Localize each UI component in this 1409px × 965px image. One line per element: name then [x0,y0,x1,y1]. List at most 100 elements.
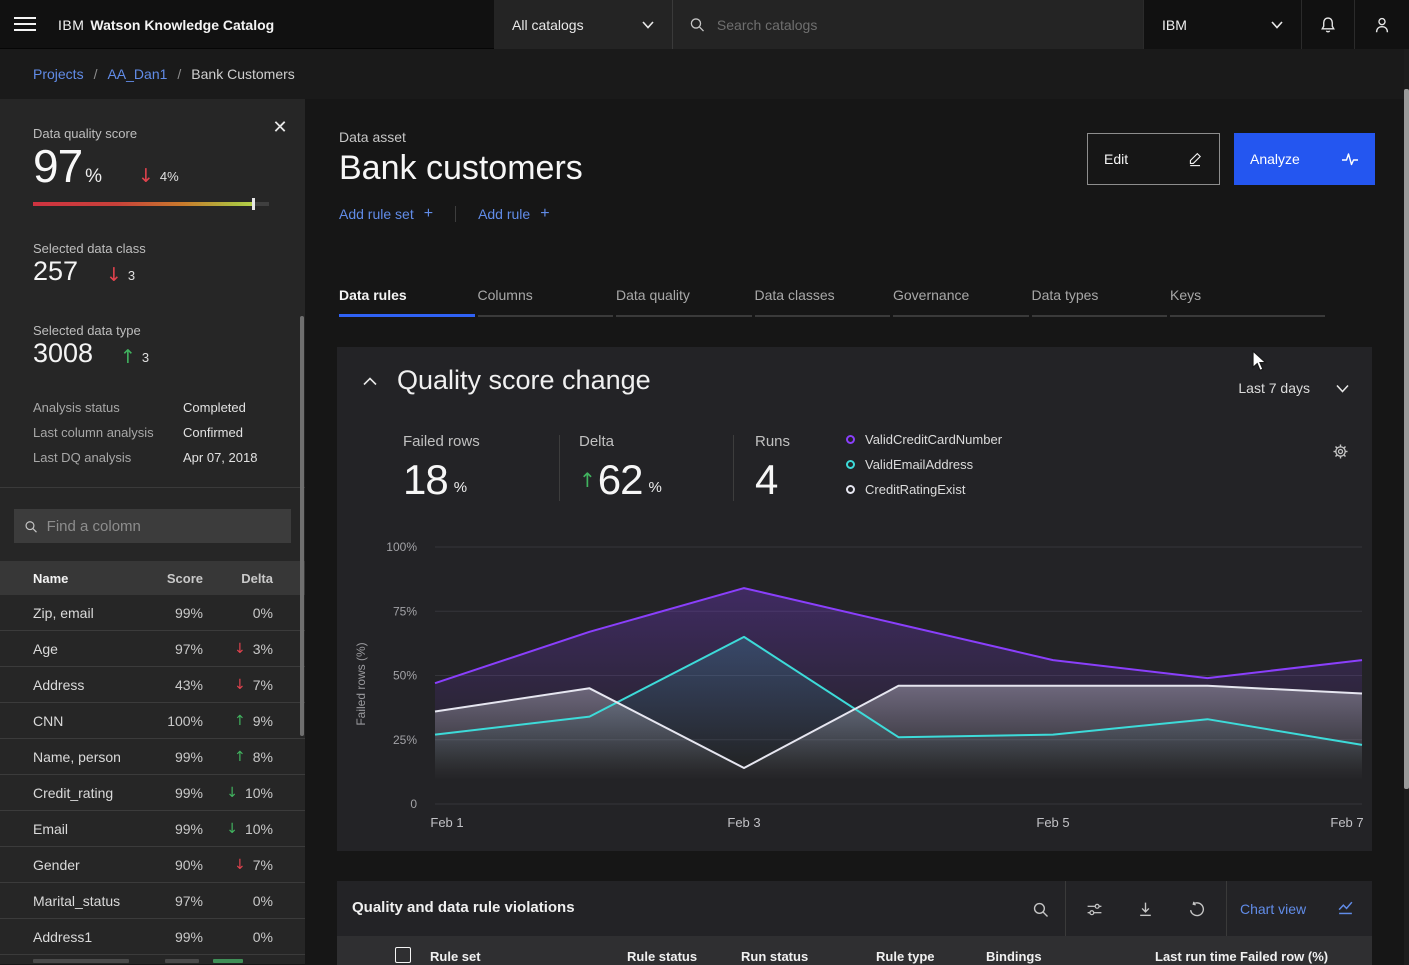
stat-divider [559,435,560,501]
table-row[interactable]: Address199%0% [0,919,305,955]
legend-item-validemailaddress[interactable]: ValidEmailAddress [846,452,1002,477]
tab-columns[interactable]: Columns [478,280,614,317]
stat-delta: Delta ↑62% [579,433,662,504]
tab-governance[interactable]: Governance [893,280,1029,317]
delta-value: 7% [253,677,273,693]
tab-data-types[interactable]: Data types [1032,280,1168,317]
close-icon[interactable]: ✕ [269,116,291,138]
scrollbar-thumb[interactable] [1404,89,1409,789]
add-rule-link[interactable]: Add rule [478,206,530,222]
chart-view-link[interactable]: Chart view [1240,901,1306,917]
tab-label: Data classes [755,287,835,303]
menu-icon[interactable] [14,13,36,35]
column-name: Credit_rating [33,785,153,801]
delta-value: 0% [253,893,273,909]
edit-button[interactable]: Edit [1087,133,1220,185]
stat-divider [733,435,734,501]
y-tick-label: 25% [393,733,417,747]
column-score: 99% [153,749,203,765]
violations-column-run-status: Run status [741,949,808,964]
y-tick-label: 75% [393,604,417,618]
analyze-button[interactable]: Analyze [1234,133,1375,185]
table-row[interactable]: Gender90%↓7% [0,847,305,883]
column-delta: ↓10% [203,821,273,837]
tab-data-quality[interactable]: Data quality [616,280,752,317]
quality-score-value: 97% [33,139,101,193]
x-tick-label: Feb 5 [1036,815,1069,830]
column-delta: 0% [203,893,273,909]
violations-column-failed-row-: Failed row (%) [1240,949,1328,964]
search-input[interactable] [717,17,1127,33]
table-row[interactable]: Address43%↓7% [0,667,305,703]
data-type-value: 3008 [33,338,93,369]
catalog-switcher[interactable]: All catalogs [494,0,672,49]
account-label: IBM [1162,17,1187,33]
column-delta: ↓7% [203,677,273,693]
breadcrumb-projects[interactable]: Projects [33,66,84,82]
tab-label: Columns [478,287,533,303]
series-area-creditratingexist [435,686,1362,804]
bell-icon [1319,16,1337,34]
collapse-chevron-icon[interactable] [363,377,381,391]
search-button[interactable] [1030,899,1050,919]
x-tick-label: Feb 1 [430,815,463,830]
delta-value: 0% [253,929,273,945]
select-all-checkbox[interactable] [395,947,411,963]
data-type-label: Selected data type [33,323,141,338]
violations-column-bindings: Bindings [986,949,1042,964]
violations-column-rule-status: Rule status [627,949,697,964]
last-dq-analysis-row: Last DQ analysisApr 07, 2018 [33,450,273,465]
partial-text [33,959,129,963]
table-row[interactable]: Name, person99%↑8% [0,739,305,775]
quality-score-delta: ↓ 4% [138,165,179,187]
data-class-value: 257 [33,256,78,287]
column-score: 100% [153,713,203,729]
failed-rows-chart: 025%50%75%100%Failed rows (%)Feb 1Feb 3F… [337,534,1372,851]
user-profile-button[interactable] [1354,0,1409,49]
top-bar: IBM Watson Knowledge Catalog All catalog… [0,0,1409,49]
reset-button[interactable] [1186,899,1206,919]
brand-prefix: IBM [58,17,84,33]
time-range-selector[interactable]: Last 7 days [1238,380,1349,396]
add-rule-set-link[interactable]: Add rule set [339,206,414,222]
column-delta: ↑8% [203,749,273,765]
violations-column-last-run-time: Last run time [1155,949,1237,964]
line-chart-icon[interactable] [1337,899,1354,916]
download-button[interactable] [1135,899,1155,919]
quality-score-bar-marker [252,198,255,210]
filter-button[interactable] [1084,899,1104,919]
column-search [14,509,291,543]
tab-data-rules[interactable]: Data rules [339,280,475,317]
stat-runs: Runs 4 [755,433,790,504]
breadcrumb-project-name[interactable]: AA_Dan1 [107,66,167,82]
account-selector[interactable]: IBM [1143,0,1301,49]
plus-icon[interactable]: + [424,205,433,223]
legend-swatch [846,485,855,494]
header-name: Name [33,571,153,586]
table-row[interactable]: Zip, email99%0% [0,595,305,631]
partial-text [165,959,199,963]
tab-keys[interactable]: Keys [1170,280,1325,317]
columns-table-body: Zip, email99%0%Age97%↓3%Address43%↓7%CNN… [0,595,305,964]
sidebar-scrollbar[interactable] [300,316,304,736]
violations-table-header: Rule setRule statusRun statusRule typeBi… [337,936,1372,965]
tab-data-classes[interactable]: Data classes [755,280,891,317]
find-column-input[interactable] [47,518,281,535]
column-delta: ↓3% [203,641,273,657]
table-row[interactable]: Marital_status97%0% [0,883,305,919]
table-row[interactable]: Email99%↓10% [0,811,305,847]
violations-panel: Quality and data rule violations Chart v… [337,881,1372,965]
notifications-button[interactable] [1301,0,1354,49]
column-score: 99% [153,821,203,837]
legend-item-creditratingexist[interactable]: CreditRatingExist [846,477,1002,502]
table-row[interactable]: CNN100%↑9% [0,703,305,739]
plus-icon[interactable]: + [540,205,549,223]
legend-item-validcreditcardnumber[interactable]: ValidCreditCardNumber [846,427,1002,452]
settings-button[interactable] [1332,443,1349,460]
sidebar-divider [0,487,305,488]
table-row[interactable]: Age97%↓3% [0,631,305,667]
page-scrollbar[interactable] [1404,49,1409,965]
table-row[interactable]: Credit_rating99%↓10% [0,775,305,811]
quality-chart-svg: 025%50%75%100%Failed rows (%)Feb 1Feb 3F… [337,534,1372,851]
quality-score-bar-gradient [33,202,254,206]
